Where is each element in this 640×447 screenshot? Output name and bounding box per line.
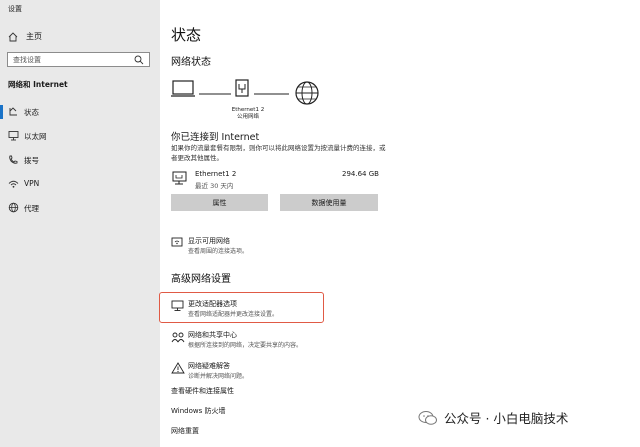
diagram-network-type: 公用网络 <box>236 114 259 120</box>
hardware-connection-properties-link[interactable]: 查看硬件和连接属性 <box>171 386 234 396</box>
show-networks-subtitle: 查看周围的连接选项。 <box>188 248 249 255</box>
windows-firewall-link[interactable]: Windows 防火墙 <box>171 406 225 416</box>
sidebar-item-ethernet[interactable]: 以太网 <box>0 125 160 147</box>
sidebar-item-vpn[interactable]: VPN <box>0 173 160 195</box>
troubleshooter-subtitle: 诊断并解决网络问题。 <box>188 373 249 380</box>
network-list-icon <box>171 237 183 247</box>
proxy-globe-icon <box>8 202 19 213</box>
data-usage-button[interactable]: 数据使用量 <box>280 194 378 211</box>
home-label: 主页 <box>26 32 42 41</box>
diagram-adapter-name: Ethernet1 2 <box>231 107 265 113</box>
sharing-center-subtitle: 根据所连接到的网络，决定要共享的内容。 <box>188 342 303 349</box>
vpn-icon <box>8 180 19 188</box>
network-reset-link[interactable]: 网络重置 <box>171 426 199 436</box>
sharing-center-icon <box>171 332 185 343</box>
connection-status-description: 如果你的流量套餐有限制，则你可以将此网络设置为按流量计费的连接，或者更改其他属性… <box>171 144 386 162</box>
advanced-network-heading: 高级网络设置 <box>171 274 231 285</box>
sidebar-item-proxy[interactable]: 代理 <box>0 197 160 219</box>
ethernet-icon <box>8 131 19 141</box>
warning-triangle-icon <box>171 362 185 374</box>
adapter-data-usage: 294.64 GB <box>342 170 379 178</box>
page-title: 状态 <box>171 26 202 44</box>
sidebar-home[interactable]: 主页 <box>8 31 42 42</box>
main-panel: 状态 网络状态 Ethernet1 2 公用网络 你已连接到 Internet … <box>160 0 640 447</box>
adapter-usage-row: Ethernet1 2 最近 30 天内 294.64 GB <box>171 169 381 191</box>
sidebar-item-label: VPN <box>24 179 40 188</box>
sidebar-item-label: 拨号 <box>24 156 39 165</box>
app-title: 设置 <box>8 5 22 13</box>
sharing-center-title: 网络和共享中心 <box>188 331 237 339</box>
troubleshooter-title: 网络疑难解答 <box>188 362 230 370</box>
search-icon <box>134 55 144 65</box>
sidebar-item-dialup[interactable]: 拨号 <box>0 149 160 171</box>
highlight-box <box>159 292 324 323</box>
sidebar-item-label: 以太网 <box>24 132 47 141</box>
search-placeholder: 查找设置 <box>13 55 41 64</box>
home-icon <box>8 31 18 41</box>
laptop-icon <box>171 80 195 97</box>
ethernet-adapter-icon <box>172 171 187 185</box>
watermark-text: 公众号 · 小白电脑技术 <box>444 411 569 426</box>
sidebar-item-label: 代理 <box>24 204 39 213</box>
sidebar-section-label: 网络和 Internet <box>8 80 68 89</box>
wechat-logo-icon <box>418 410 437 425</box>
network-status-heading: 网络状态 <box>171 57 211 68</box>
dialup-phone-icon <box>9 155 18 164</box>
sidebar-item-status[interactable]: 状态 <box>0 101 160 123</box>
properties-button[interactable]: 属性 <box>171 194 268 211</box>
connection-status-title: 你已连接到 Internet <box>171 132 260 143</box>
ethernet-port-icon <box>235 79 249 97</box>
sidebar: 设置 主页 查找设置 网络和 Internet 状态 以太网 拨号 VPN 代理 <box>0 0 160 447</box>
show-networks-title: 显示可用网络 <box>188 237 230 245</box>
sidebar-item-label: 状态 <box>24 108 39 117</box>
diagram-adapter-label: Ethernet1 2 公用网络 <box>228 107 268 121</box>
watermark: 公众号 · 小白电脑技术 <box>418 408 568 427</box>
adapter-period: 最近 30 天内 <box>195 182 234 190</box>
internet-globe-icon <box>295 81 319 105</box>
adapter-name: Ethernet1 2 <box>195 170 237 178</box>
search-input[interactable]: 查找设置 <box>7 52 150 67</box>
home-status-icon <box>9 107 17 116</box>
